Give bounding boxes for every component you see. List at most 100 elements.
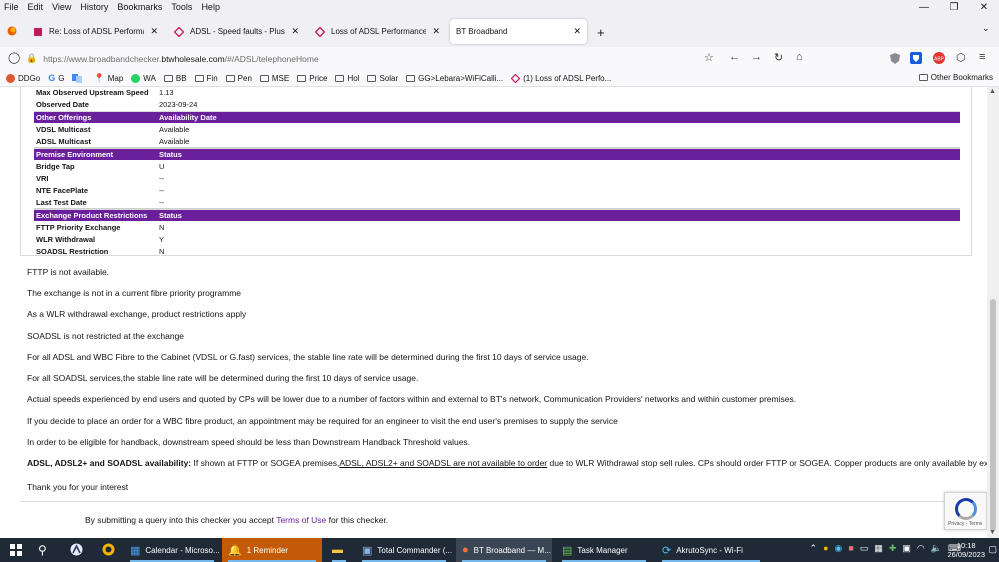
shield-icon[interactable]: ◯ bbox=[8, 51, 20, 64]
taskbar-app-firefox[interactable]: ● BT Broadband — M... bbox=[456, 538, 552, 562]
bookmark-folder-fin[interactable]: Fin bbox=[194, 74, 218, 83]
taskbar-app-task-manager[interactable]: ▤ Task Manager bbox=[556, 538, 652, 562]
scroll-up-icon[interactable]: ▲ bbox=[989, 88, 996, 95]
table-row: WLR Withdrawal Y bbox=[36, 234, 165, 244]
folder-icon bbox=[163, 74, 173, 82]
search-icon[interactable]: ⚲ bbox=[38, 543, 47, 557]
scrollbar-thumb[interactable] bbox=[990, 299, 996, 531]
circle-app-icon[interactable] bbox=[102, 543, 115, 556]
new-tab-button[interactable]: + bbox=[597, 25, 605, 40]
tray-app-icon[interactable]: ▣ bbox=[902, 543, 911, 554]
bitwarden-icon[interactable] bbox=[910, 52, 922, 64]
bookmark-folder-hol[interactable]: Hol bbox=[335, 74, 359, 83]
bookmark-translate[interactable] bbox=[72, 73, 85, 83]
recaptcha-badge[interactable]: Privacy - Terms bbox=[944, 492, 987, 530]
windows-start-icon[interactable] bbox=[10, 544, 22, 556]
section-header-exchange-product-restrictions: Exchange Product Restrictions Status bbox=[34, 209, 960, 221]
tab-loss-adsl-performance-a[interactable]: Re: Loss of ADSL Performance A ✕ bbox=[27, 19, 164, 44]
extensions-icon[interactable]: ⬡ bbox=[956, 51, 966, 64]
taskbar-app-reminder[interactable]: 🔔 1 Reminder bbox=[222, 538, 322, 562]
close-icon[interactable]: ✕ bbox=[432, 26, 440, 37]
home-icon[interactable]: ⌂ bbox=[796, 51, 803, 63]
file-explorer-icon: ▬ bbox=[332, 544, 343, 556]
bookmark-folder-bb[interactable]: BB bbox=[163, 74, 187, 83]
menu-history[interactable]: History bbox=[76, 2, 113, 12]
page-scrollbar[interactable]: ▲ ▼ bbox=[987, 87, 999, 538]
calendar-icon: ▦ bbox=[130, 544, 141, 557]
close-icon[interactable]: ✕ bbox=[291, 26, 299, 37]
tab-title: ADSL - Speed faults - Plusnet C bbox=[190, 27, 285, 36]
tab-bt-broadband[interactable]: BT Broadband ✕ bbox=[450, 19, 587, 44]
bookmark-folder-lebara[interactable]: GG>Lebara>WiFiCalli... bbox=[406, 74, 503, 83]
reload-icon[interactable]: ↻ bbox=[774, 51, 783, 64]
malwarebytes-icon[interactable] bbox=[70, 543, 83, 556]
privacy-extension-icon[interactable] bbox=[890, 53, 900, 64]
bookmark-loss-adsl[interactable]: (1) Loss of ADSL Perfo... bbox=[511, 73, 611, 83]
bookmark-whatsapp[interactable]: WA bbox=[131, 73, 156, 83]
table-row: VDSL Multicast Available bbox=[36, 124, 190, 134]
volume-icon[interactable]: 🔈 bbox=[931, 543, 942, 554]
message-line: In order to be eligible for handback, do… bbox=[27, 437, 471, 447]
menu-tools[interactable]: Tools bbox=[167, 2, 197, 12]
tray-app-icon[interactable]: ▦ bbox=[874, 543, 883, 554]
url-text[interactable]: https://www.broadbandchecker.btwholesale… bbox=[43, 54, 318, 64]
recaptcha-icon bbox=[955, 498, 977, 520]
plusnet-icon bbox=[34, 27, 42, 36]
bookmark-ddgo[interactable]: DDGo bbox=[6, 73, 40, 83]
menu-file[interactable]: File bbox=[0, 2, 24, 12]
terms-notice: By submitting a query into this checker … bbox=[85, 515, 389, 525]
bookmark-google[interactable]: GG bbox=[48, 73, 64, 83]
bookmark-star-icon[interactable]: ☆ bbox=[704, 51, 714, 64]
tab-loss-adsl-performance-after[interactable]: Loss of ADSL Performance Afte ✕ bbox=[309, 19, 446, 44]
forward-arrow-icon[interactable]: → bbox=[751, 51, 762, 63]
table-row: ADSL Multicast Available bbox=[36, 136, 190, 146]
tab-strip: Re: Loss of ADSL Performance A ✕ ADSL - … bbox=[0, 13, 999, 47]
duck-icon bbox=[6, 73, 15, 83]
adblock-icon[interactable]: ABP bbox=[933, 52, 945, 64]
firefox-view-icon[interactable] bbox=[7, 26, 17, 36]
plusnet-icon bbox=[174, 26, 184, 37]
taskbar-app-total-commander[interactable]: ▣ Total Commander (... bbox=[356, 538, 452, 562]
close-icon[interactable]: ✕ bbox=[150, 26, 158, 37]
bookmark-map[interactable]: 📍 Map bbox=[93, 73, 123, 84]
folder-icon bbox=[367, 74, 377, 82]
message-line: FTTP is not available. bbox=[27, 267, 110, 277]
folder-icon bbox=[335, 74, 345, 82]
bookmark-folder-pen[interactable]: Pen bbox=[225, 74, 252, 83]
chevron-up-icon[interactable]: ⌃ bbox=[810, 543, 818, 554]
table-row: Observed Date 2023-09-24 bbox=[36, 99, 198, 109]
tray-app-icon[interactable]: ■ bbox=[848, 543, 853, 554]
menu-help[interactable]: Help bbox=[197, 2, 225, 12]
total-commander-icon: ▣ bbox=[362, 544, 373, 557]
tray-app-icon[interactable]: ✚ bbox=[889, 543, 897, 554]
list-tabs-chevron-icon[interactable]: ⌄ bbox=[982, 23, 990, 34]
notifications-icon[interactable]: ▢ bbox=[988, 544, 997, 555]
thanks-text: Thank you for your interest bbox=[27, 482, 129, 492]
taskbar-app-file-explorer[interactable]: ▬ bbox=[326, 538, 352, 562]
bookmark-folder-price[interactable]: Price bbox=[297, 74, 327, 83]
other-bookmarks[interactable]: Other Bookmarks bbox=[918, 73, 993, 82]
tray-app-icon[interactable]: ● bbox=[823, 543, 828, 554]
bookmark-folder-solar[interactable]: Solar bbox=[367, 74, 398, 83]
message-line: The exchange is not in a current fibre p… bbox=[27, 288, 242, 298]
menu-bookmarks[interactable]: Bookmarks bbox=[113, 2, 167, 12]
back-arrow-icon[interactable]: ← bbox=[729, 51, 740, 63]
scroll-down-icon[interactable]: ▼ bbox=[989, 529, 996, 536]
tray-app-icon[interactable]: ◉ bbox=[835, 543, 843, 554]
taskbar-app-calendar[interactable]: ▦ Calendar - Microso... bbox=[124, 538, 220, 562]
tab-adsl-speed-faults[interactable]: ADSL - Speed faults - Plusnet C ✕ bbox=[168, 19, 305, 44]
terms-of-use-link[interactable]: Terms of Use bbox=[276, 515, 326, 525]
bookmark-folder-mse[interactable]: MSE bbox=[259, 74, 289, 83]
taskbar-clock[interactable]: 10:18 26/09/2023 bbox=[947, 541, 985, 559]
menu-view[interactable]: View bbox=[48, 2, 76, 12]
url-bar[interactable]: 🔒 https://www.broadbandchecker.btwholesa… bbox=[26, 50, 720, 67]
table-row: VRI -- bbox=[36, 173, 164, 183]
lock-icon[interactable]: 🔒 bbox=[26, 53, 37, 64]
menu-edit[interactable]: Edit bbox=[24, 2, 49, 12]
taskbar-app-akrutosync[interactable]: ⟳ AkrutoSync - Wi-Fi bbox=[656, 538, 766, 562]
tray-app-icon[interactable]: ▭ bbox=[860, 543, 869, 554]
hamburger-menu-icon[interactable]: ≡ bbox=[979, 51, 985, 63]
wifi-icon[interactable]: ◠ bbox=[917, 543, 925, 554]
close-icon[interactable]: ✕ bbox=[573, 26, 581, 37]
folder-icon bbox=[259, 74, 269, 82]
